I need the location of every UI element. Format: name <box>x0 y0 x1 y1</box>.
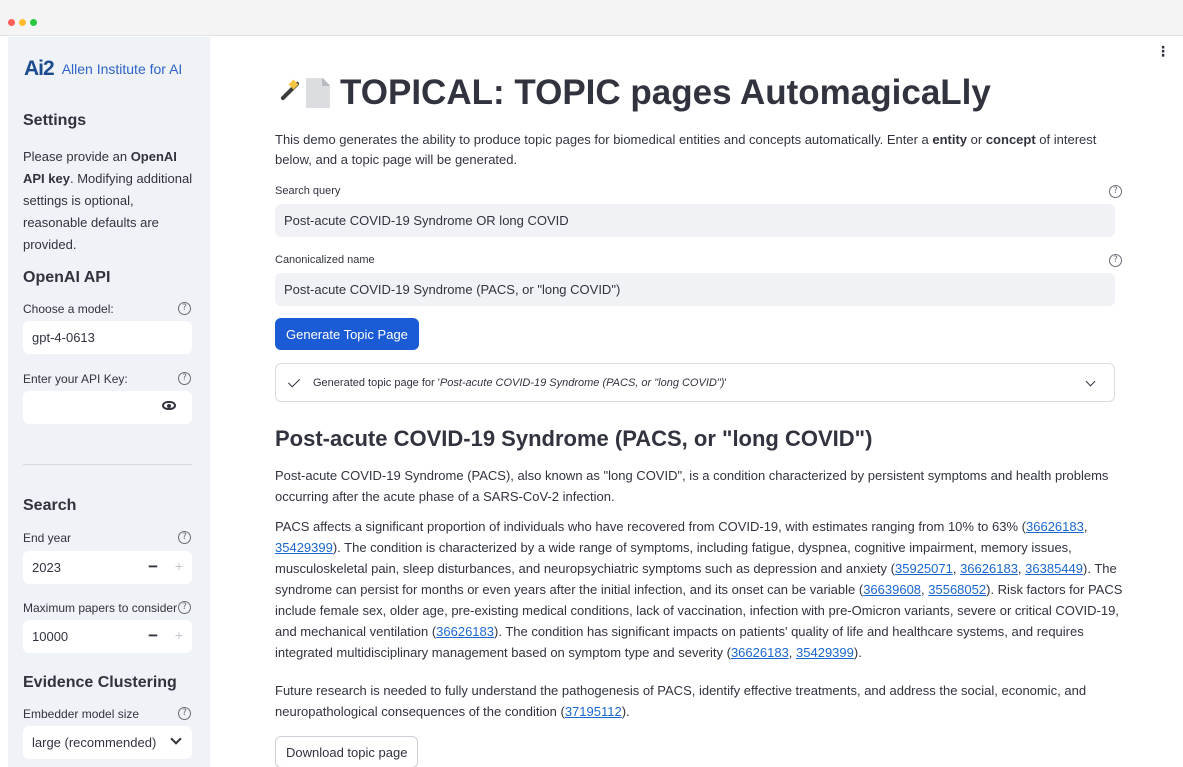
api-key-label: Enter your API Key: <box>23 372 128 386</box>
ai2-logo-text: Allen Institute for AI <box>61 61 183 77</box>
topic-paragraph-1: Post-acute COVID-19 Syndrome (PACS), als… <box>275 468 1109 504</box>
document-icon <box>306 78 330 108</box>
embedder-value: large (recommended) <box>32 735 157 750</box>
search-query-value: Post-acute COVID-19 Syndrome OR long COV… <box>284 213 569 228</box>
search-query-help-icon[interactable]: ? <box>1109 185 1122 198</box>
max-papers-value: 10000 <box>32 629 69 644</box>
model-select[interactable]: gpt-4-0613 <box>23 321 192 354</box>
citation-link[interactable]: 36385449 <box>1025 561 1083 576</box>
generate-topic-page-button[interactable]: Generate Topic Page <box>275 318 419 350</box>
max-papers-label: Maximum papers to consider <box>23 601 178 615</box>
citation-link[interactable]: 35429399 <box>796 645 854 660</box>
sidebar-divider <box>23 464 192 465</box>
end-year-help-icon[interactable]: ? <box>178 531 191 544</box>
topic-heading: Post-acute COVID-19 Syndrome (PACS, or "… <box>275 426 873 451</box>
citation-link[interactable]: 35429399 <box>275 540 333 555</box>
end-year-increment-button[interactable]: + <box>175 558 183 574</box>
search-query-input[interactable]: Post-acute COVID-19 Syndrome OR long COV… <box>275 204 1115 237</box>
citation-link[interactable]: 35925071 <box>895 561 953 576</box>
canonical-name-value: Post-acute COVID-19 Syndrome (PACS, or "… <box>284 282 621 297</box>
embedder-label: Embedder model size <box>23 707 140 721</box>
minimize-window-button[interactable] <box>19 19 26 26</box>
search-query-label: Search query <box>275 185 341 197</box>
citation-link[interactable]: 36639608 <box>863 582 921 597</box>
citation-link[interactable]: 37195112 <box>565 704 622 719</box>
api-key-input[interactable] <box>23 391 192 424</box>
status-text: Generated topic page for 'Post-acute COV… <box>313 377 727 389</box>
intro-text: This demo generates the ability to produ… <box>275 132 1097 167</box>
page-title: TOPICAL: TOPIC pages AutomagicaLly <box>274 73 991 113</box>
chevron-down-icon <box>170 733 182 745</box>
max-papers-decrement-button[interactable]: − <box>148 626 158 646</box>
download-topic-page-button[interactable]: Download topic page <box>275 736 419 767</box>
title-icons <box>274 78 330 108</box>
generation-status-expander[interactable]: Generated topic page for 'Post-acute COV… <box>275 363 1115 402</box>
magic-wand-icon <box>274 79 302 107</box>
model-label: Choose a model: <box>23 302 114 316</box>
maximize-window-button[interactable] <box>30 19 37 26</box>
embedder-help-icon[interactable]: ? <box>178 707 191 720</box>
ai2-logo[interactable]: Ai2 Allen Institute for AI <box>24 57 182 81</box>
model-help-icon[interactable]: ? <box>178 302 191 315</box>
model-value: gpt-4-0613 <box>32 330 95 345</box>
citation-link[interactable]: 35568052 <box>928 582 986 597</box>
end-year-decrement-button[interactable]: − <box>148 557 158 577</box>
citation-link[interactable]: 36626183 <box>731 645 789 660</box>
max-papers-increment-button[interactable]: + <box>175 627 183 643</box>
api-key-help-icon[interactable]: ? <box>178 372 191 385</box>
chevron-down-icon <box>1085 376 1096 387</box>
end-year-input[interactable]: 2023 − + <box>23 551 192 584</box>
main-menu-kebab-icon[interactable]: ⋮ <box>1156 44 1170 58</box>
window-titlebar <box>0 0 1183 36</box>
citation-link[interactable]: 36626183 <box>436 624 494 639</box>
topic-paragraph-3: Future research is needed to fully under… <box>275 683 1087 719</box>
checkmark-icon <box>287 375 301 388</box>
ai2-logo-mark: Ai2 <box>24 57 55 80</box>
settings-heading: Settings <box>23 112 87 129</box>
canonical-name-input[interactable]: Post-acute COVID-19 Syndrome (PACS, or "… <box>275 273 1115 306</box>
main-content: ⋮ TOPICAL: TOPIC pages AutomagicaLly Thi… <box>210 37 1183 767</box>
page-title-text: TOPICAL: TOPIC pages AutomagicaLly <box>340 73 991 112</box>
canonical-name-label: Canonicalized name <box>275 254 375 266</box>
max-papers-help-icon[interactable]: ? <box>178 601 191 614</box>
openai-api-heading: OpenAI API <box>23 269 111 286</box>
embedder-select[interactable]: large (recommended) <box>23 726 192 759</box>
canonical-name-help-icon[interactable]: ? <box>1109 254 1122 267</box>
close-window-button[interactable] <box>8 19 15 26</box>
sidebar: Ai2 Allen Institute for AI Settings Plea… <box>8 37 210 767</box>
max-papers-input[interactable]: 10000 − + <box>23 620 192 653</box>
show-password-eye-icon[interactable] <box>162 401 176 410</box>
settings-description: Please provide an OpenAI API key. Modify… <box>23 149 193 252</box>
end-year-label: End year <box>23 531 72 545</box>
topic-paragraph-2: PACS affects a significant proportion of… <box>275 519 1123 660</box>
citation-link[interactable]: 36626183 <box>960 561 1018 576</box>
evidence-clustering-heading: Evidence Clustering <box>23 674 177 691</box>
end-year-value: 2023 <box>32 560 61 575</box>
citation-link[interactable]: 36626183 <box>1026 519 1084 534</box>
search-heading: Search <box>23 497 77 514</box>
